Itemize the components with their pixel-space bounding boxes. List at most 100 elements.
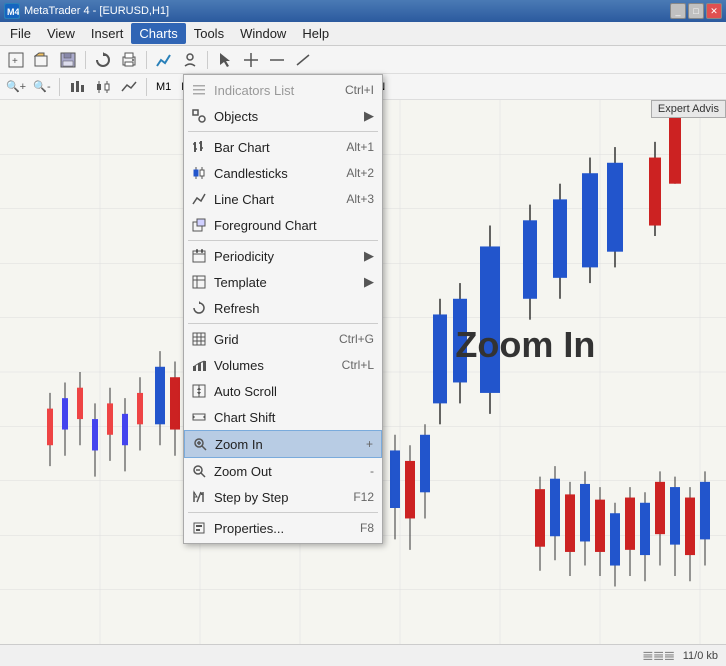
candle-toolbar[interactable]: [91, 76, 115, 98]
print-button[interactable]: [117, 49, 141, 71]
objects-icon: [190, 107, 208, 125]
trendline-button[interactable]: [291, 49, 315, 71]
indicators-list-label: Indicators List: [214, 83, 325, 98]
new-chart-button[interactable]: +: [4, 49, 28, 71]
open-button[interactable]: [30, 49, 54, 71]
menu-indicators-list[interactable]: Indicators List Ctrl+I: [184, 77, 382, 103]
menu-step-by-step[interactable]: Step by Step F12: [184, 484, 382, 510]
menu-bar-chart[interactable]: Bar Chart Alt+1: [184, 134, 382, 160]
auto-scroll-label: Auto Scroll: [214, 384, 374, 399]
properties-icon: [190, 519, 208, 537]
candlesticks-label: Candlesticks: [214, 166, 326, 181]
bar-chart-shortcut: Alt+1: [346, 140, 374, 154]
status-indicator: 𝌆𝌆𝌆: [642, 649, 674, 663]
zoom-out-toolbar[interactable]: 🔍-: [30, 76, 54, 98]
volumes-icon: [190, 356, 208, 374]
zoom-in-toolbar[interactable]: 🔍+: [4, 76, 28, 98]
template-icon: [190, 273, 208, 291]
line-chart-icon: [190, 190, 208, 208]
line-chart-shortcut: Alt+3: [346, 192, 374, 206]
periodicity-arrow: ▶: [364, 248, 374, 264]
menu-properties[interactable]: Properties... F8: [184, 515, 382, 541]
indicators-button[interactable]: [152, 49, 176, 71]
zoom-out-shortcut: -: [370, 464, 374, 478]
zoom-out-icon: [190, 462, 208, 480]
objects-arrow: ▶: [364, 108, 374, 124]
template-label: Template: [214, 275, 356, 290]
toolbar-separator-2: [146, 51, 147, 69]
step-by-step-shortcut: F12: [353, 490, 374, 504]
toolbar2-sep2: [146, 78, 147, 96]
menu-auto-scroll[interactable]: Auto Scroll: [184, 378, 382, 404]
line-chart-toolbar[interactable]: [117, 76, 141, 98]
title-bar: M4 MetaTrader 4 - [EURUSD,H1] _ □ ✕: [0, 0, 726, 22]
chart-shift-icon: [190, 408, 208, 426]
menu-volumes[interactable]: Volumes Ctrl+L: [184, 352, 382, 378]
menu-candlesticks[interactable]: Candlesticks Alt+2: [184, 160, 382, 186]
foreground-chart-label: Foreground Chart: [214, 218, 374, 233]
bar-chart-toolbar[interactable]: [65, 76, 89, 98]
svg-text:M4: M4: [7, 7, 19, 17]
candlesticks-shortcut: Alt+2: [346, 166, 374, 180]
objects-label: Objects: [214, 109, 356, 124]
toolbar2-sep1: [59, 78, 60, 96]
maximize-button[interactable]: □: [688, 3, 704, 19]
menu-sep-4: [188, 512, 378, 513]
step-by-step-label: Step by Step: [214, 490, 333, 505]
window-controls: _ □ ✕: [670, 3, 722, 19]
svg-text:+: +: [12, 56, 18, 67]
menu-view[interactable]: View: [39, 23, 83, 44]
menu-help[interactable]: Help: [294, 23, 337, 44]
cursor-button[interactable]: [213, 49, 237, 71]
close-button[interactable]: ✕: [706, 3, 722, 19]
properties-label: Properties...: [214, 521, 340, 536]
menu-window[interactable]: Window: [232, 23, 294, 44]
menu-charts[interactable]: Charts: [131, 23, 185, 44]
menu-template[interactable]: Template ▶: [184, 269, 382, 295]
menu-objects[interactable]: Objects ▶: [184, 103, 382, 129]
bar-chart-icon: [190, 138, 208, 156]
refresh-icon: [190, 299, 208, 317]
menu-line-chart[interactable]: Line Chart Alt+3: [184, 186, 382, 212]
zoom-in-icon: [191, 435, 209, 453]
zoom-in-shortcut: +: [366, 437, 373, 451]
menu-chart-shift[interactable]: Chart Shift: [184, 404, 382, 430]
zoom-out-label: Zoom Out: [214, 464, 350, 479]
menu-sep-1: [188, 131, 378, 132]
volumes-shortcut: Ctrl+L: [342, 358, 374, 372]
minimize-button[interactable]: _: [670, 3, 686, 19]
bar-chart-label: Bar Chart: [214, 140, 326, 155]
status-bar: 𝌆𝌆𝌆 11/0 kb: [0, 644, 726, 666]
crosshair-button[interactable]: [239, 49, 263, 71]
indicators-list-icon: [190, 81, 208, 99]
save-button[interactable]: [56, 49, 80, 71]
menu-insert[interactable]: Insert: [83, 23, 132, 44]
app-icon: M4: [4, 3, 20, 19]
menu-tools[interactable]: Tools: [186, 23, 232, 44]
window-title: MetaTrader 4 - [EURUSD,H1]: [24, 5, 670, 17]
menu-zoom-in[interactable]: Zoom In +: [184, 430, 382, 458]
properties-shortcut: F8: [360, 521, 374, 535]
toolbar-separator-1: [85, 51, 86, 69]
menu-foreground-chart[interactable]: Foreground Chart: [184, 212, 382, 238]
refresh-button[interactable]: [91, 49, 115, 71]
candlesticks-icon: [190, 164, 208, 182]
menu-zoom-out[interactable]: Zoom Out -: [184, 458, 382, 484]
expert-advisor-badge: Expert Advis: [651, 100, 726, 118]
grid-shortcut: Ctrl+G: [339, 332, 374, 346]
menu-sep-3: [188, 323, 378, 324]
menu-grid[interactable]: Grid Ctrl+G: [184, 326, 382, 352]
menu-sep-2: [188, 240, 378, 241]
tf-m1[interactable]: M1: [152, 79, 175, 95]
chart-shift-label: Chart Shift: [214, 410, 374, 425]
line-chart-label: Line Chart: [214, 192, 326, 207]
foreground-chart-icon: [190, 216, 208, 234]
menu-file[interactable]: File: [2, 23, 39, 44]
hline-button[interactable]: [265, 49, 289, 71]
status-info: 11/0 kb: [683, 650, 718, 662]
toolbar-separator-3: [207, 51, 208, 69]
menu-periodicity[interactable]: Periodicity ▶: [184, 243, 382, 269]
experts-button[interactable]: [178, 49, 202, 71]
menu-refresh[interactable]: Refresh: [184, 295, 382, 321]
grid-icon: [190, 330, 208, 348]
